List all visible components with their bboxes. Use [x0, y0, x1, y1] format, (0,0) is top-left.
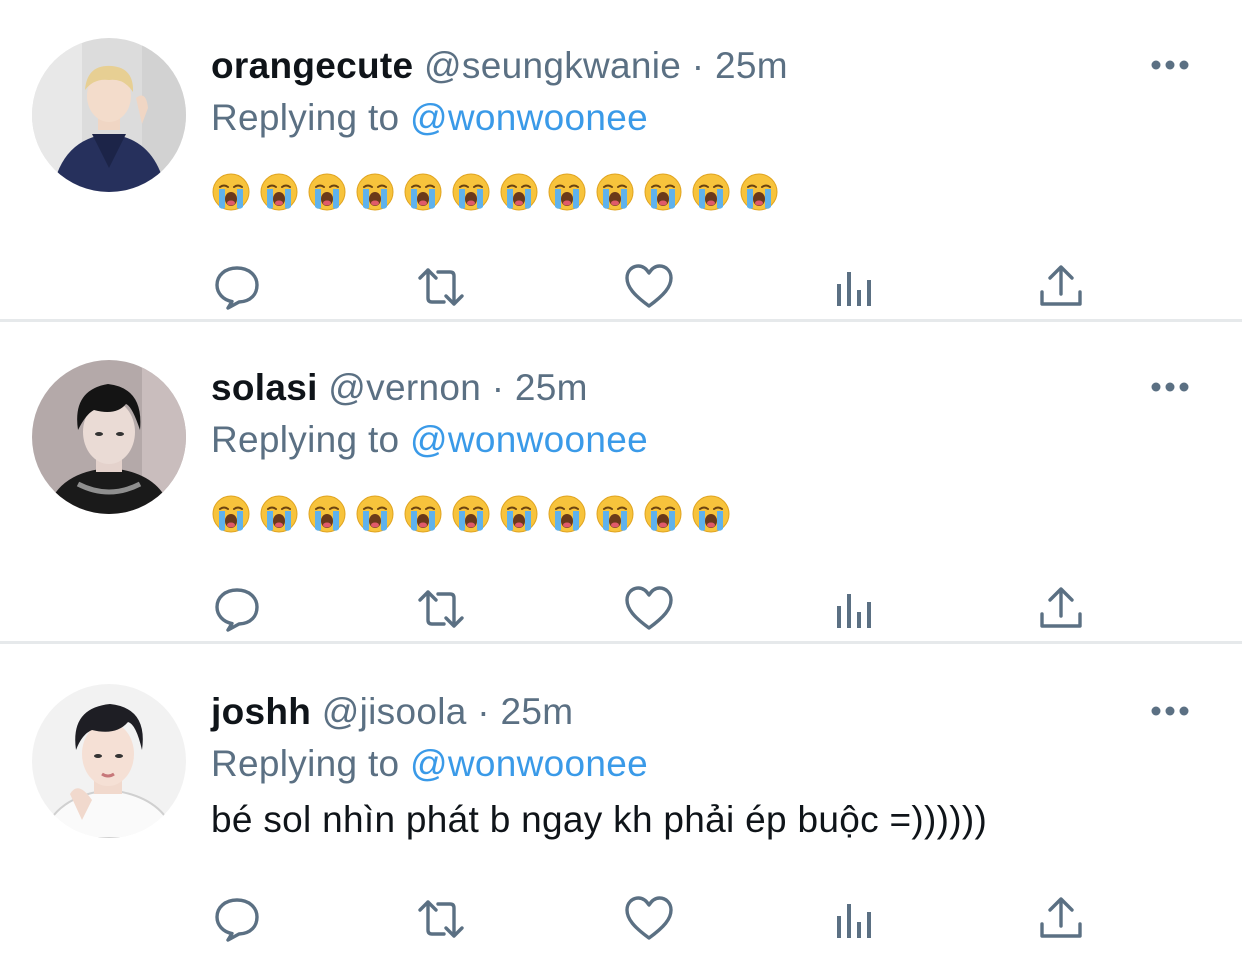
loudly-crying-face-emoji — [548, 173, 586, 211]
like-button[interactable] — [624, 894, 674, 944]
heart-icon — [625, 264, 673, 308]
retweet-button[interactable] — [416, 894, 466, 944]
loudly-crying-face-emoji — [404, 495, 442, 533]
loudly-crying-face-emoji — [596, 173, 634, 211]
heart-icon — [625, 896, 673, 940]
analytics-button[interactable] — [832, 894, 882, 944]
retweet-button[interactable] — [416, 262, 466, 312]
loudly-crying-face-emoji — [260, 495, 298, 533]
reply-button[interactable] — [212, 584, 262, 634]
loudly-crying-face-emoji — [356, 495, 394, 533]
tweet-header: joshh @jisoola · 25m — [211, 686, 573, 738]
mention-link[interactable]: @wonwoonee — [410, 419, 648, 460]
loudly-crying-face-emoji — [308, 173, 346, 211]
loudly-crying-face-emoji — [644, 495, 682, 533]
reply-button[interactable] — [212, 262, 262, 312]
reply-bubble-icon — [215, 898, 259, 942]
avatar[interactable] — [32, 360, 186, 514]
display-name[interactable]: orangecute — [211, 45, 413, 86]
action-bar — [0, 262, 1242, 312]
emoji-row — [211, 494, 739, 534]
display-name[interactable]: solasi — [211, 367, 318, 408]
like-button[interactable] — [624, 262, 674, 312]
loudly-crying-face-emoji — [644, 173, 682, 211]
timestamp[interactable]: 25m — [715, 45, 788, 86]
loudly-crying-face-emoji — [212, 173, 250, 211]
avatar-image — [32, 38, 186, 192]
replying-to: Replying to @wonwoonee — [211, 414, 648, 466]
loudly-crying-face-emoji — [740, 173, 778, 211]
avatar[interactable] — [32, 684, 186, 838]
tweet-header: orangecute @seungkwanie · 25m — [211, 40, 788, 92]
like-button[interactable] — [624, 584, 674, 634]
loudly-crying-face-emoji — [356, 173, 394, 211]
loudly-crying-face-emoji — [452, 173, 490, 211]
loudly-crying-face-emoji — [500, 495, 538, 533]
mention-link[interactable]: @wonwoonee — [410, 743, 648, 784]
share-upload-icon — [1040, 265, 1082, 306]
user-handle[interactable]: @vernon — [328, 367, 481, 408]
timestamp[interactable]: 25m — [500, 691, 573, 732]
loudly-crying-face-emoji — [260, 173, 298, 211]
avatar-image — [32, 684, 186, 838]
analytics-icon — [837, 272, 871, 306]
analytics-button[interactable] — [832, 584, 882, 634]
reply-button[interactable] — [212, 894, 262, 944]
action-bar — [0, 894, 1242, 944]
share-upload-icon — [1040, 587, 1082, 628]
user-handle[interactable]: @jisoola — [322, 691, 467, 732]
share-button[interactable] — [1036, 262, 1086, 312]
loudly-crying-face-emoji — [500, 173, 538, 211]
separator: · — [691, 45, 705, 86]
separator: · — [491, 367, 505, 408]
loudly-crying-face-emoji — [548, 495, 586, 533]
replying-to-label: Replying to — [211, 419, 400, 460]
retweet-button[interactable] — [416, 584, 466, 634]
replying-to-label: Replying to — [211, 743, 400, 784]
retweet-icon — [418, 590, 464, 628]
share-button[interactable] — [1036, 894, 1086, 944]
tweet-item[interactable]: joshh @jisoola · 25m Replying to @wonwoo… — [0, 644, 1242, 963]
tweet-header: solasi @vernon · 25m — [211, 362, 588, 414]
mention-link[interactable]: @wonwoonee — [410, 97, 648, 138]
retweet-icon — [418, 900, 464, 938]
replying-to-label: Replying to — [211, 97, 400, 138]
loudly-crying-face-emoji — [308, 495, 346, 533]
replying-to: Replying to @wonwoonee — [211, 92, 648, 144]
loudly-crying-face-emoji — [692, 173, 730, 211]
more-options-icon[interactable] — [1148, 696, 1192, 726]
analytics-icon — [837, 594, 871, 628]
more-options-icon[interactable] — [1148, 372, 1192, 402]
share-upload-icon — [1040, 897, 1082, 938]
loudly-crying-face-emoji — [596, 495, 634, 533]
tweet-text: bé sol nhìn phát b ngay kh phải ép buộc … — [211, 799, 988, 840]
user-handle[interactable]: @seungkwanie — [424, 45, 681, 86]
display-name[interactable]: joshh — [211, 691, 311, 732]
analytics-icon — [837, 904, 871, 938]
tweet-item[interactable]: orangecute @seungkwanie · 25m Replying t… — [0, 0, 1242, 322]
timestamp[interactable]: 25m — [515, 367, 588, 408]
loudly-crying-face-emoji — [404, 173, 442, 211]
emoji-row — [211, 172, 787, 212]
reply-bubble-icon — [215, 588, 259, 632]
replying-to: Replying to @wonwoonee — [211, 738, 648, 790]
tweet-item[interactable]: solasi @vernon · 25m Replying to @wonwoo… — [0, 322, 1242, 644]
share-button[interactable] — [1036, 584, 1086, 634]
avatar-image — [32, 360, 186, 514]
loudly-crying-face-emoji — [452, 495, 490, 533]
reply-bubble-icon — [215, 266, 259, 310]
analytics-button[interactable] — [832, 262, 882, 312]
loudly-crying-face-emoji — [692, 495, 730, 533]
separator: · — [477, 691, 490, 732]
retweet-icon — [418, 268, 464, 306]
heart-icon — [625, 586, 673, 630]
avatar[interactable] — [32, 38, 186, 192]
loudly-crying-face-emoji — [212, 495, 250, 533]
more-options-icon[interactable] — [1148, 50, 1192, 80]
action-bar — [0, 584, 1242, 634]
